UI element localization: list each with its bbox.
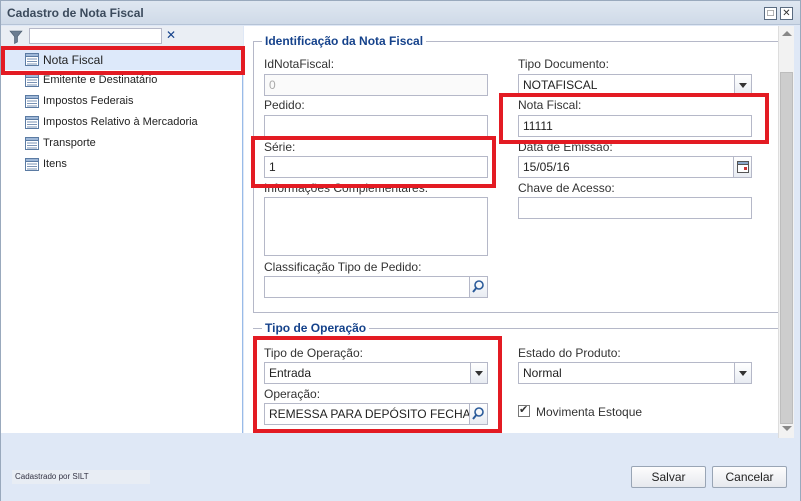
scroll-thumb[interactable] (780, 72, 793, 424)
pedido-field[interactable] (264, 115, 488, 137)
data-emissao-field[interactable]: 15/05/16 (518, 156, 752, 178)
tipo-documento-select[interactable]: NOTAFISCAL (518, 74, 752, 96)
chave-acesso-field[interactable] (518, 197, 752, 219)
calendar-icon (737, 161, 749, 173)
search-trigger[interactable] (469, 277, 487, 297)
tree-item-impostos-mercadoria[interactable]: Impostos Relativo à Mercadoria (1, 112, 243, 133)
classificacao-label: Classificação Tipo de Pedido: (264, 260, 422, 274)
classificacao-field[interactable] (264, 276, 488, 298)
tree-item-label: Impostos Federais (43, 95, 134, 107)
window-title: Cadastro de Nota Fiscal (7, 6, 144, 20)
tree-item-impostos-federais[interactable]: Impostos Federais (1, 91, 243, 112)
tipo-operacao-select[interactable]: Entrada (264, 362, 488, 384)
filter-input[interactable] (29, 28, 162, 44)
tree-item-label: Nota Fiscal (43, 53, 104, 67)
info-complementares-label: Informações Complementares: (264, 181, 429, 195)
data-emissao-label: Data de Emissão: (518, 140, 613, 154)
tipo-operacao-label: Tipo de Operação: (264, 346, 363, 360)
search-icon (472, 280, 484, 293)
filter-bar: ✕ (1, 26, 243, 47)
filter-icon[interactable] (9, 30, 23, 44)
tipo-documento-value: NOTAFISCAL (523, 78, 598, 92)
operacao-label: Operação: (264, 387, 321, 401)
estado-produto-select[interactable]: Normal (518, 362, 752, 384)
chevron-down-icon[interactable] (734, 75, 751, 95)
serie-field[interactable]: 1 (264, 156, 488, 178)
tree-item-nota-fiscal[interactable]: Nota Fiscal (1, 49, 243, 70)
search-icon (472, 407, 484, 420)
nota-fiscal-label: Nota Fiscal: (518, 98, 582, 112)
id-nota-fiscal-field: 0 (264, 74, 488, 96)
operacao-value: REMESSA PARA DEPÓSITO FECHADO (269, 407, 488, 421)
form-icon (25, 158, 39, 171)
scroll-down-icon[interactable] (782, 426, 792, 431)
nota-fiscal-window: Cadastro de Nota Fiscal □ ✕ ✕ Nota Fisca… (0, 0, 801, 501)
nota-fiscal-field[interactable]: 11111 (518, 115, 752, 137)
credit-text: Cadastrado por SILT (12, 470, 150, 484)
window-footer: Cadastrado por SILT Salvar Cancelar (1, 459, 800, 501)
form-icon (25, 116, 39, 129)
chevron-down-icon[interactable] (470, 363, 487, 383)
identificacao-legend: Identificação da Nota Fiscal (262, 34, 427, 48)
tree-item-itens[interactable]: Itens (1, 154, 243, 175)
tree-item-label: Emitente e Destinatário (43, 74, 158, 86)
pedido-label: Pedido: (264, 98, 305, 112)
tipo-documento-label: Tipo Documento: (518, 57, 609, 71)
clear-filter-icon[interactable]: ✕ (163, 28, 179, 44)
tree-item-label: Impostos Relativo à Mercadoria (43, 116, 198, 128)
tree-item-label: Itens (43, 158, 67, 170)
serie-label: Série: (264, 140, 296, 154)
vertical-scrollbar[interactable] (778, 26, 794, 438)
data-emissao-value: 15/05/16 (523, 160, 570, 174)
scroll-up-icon[interactable] (782, 31, 792, 36)
movimenta-estoque-label: Movimenta Estoque (536, 405, 643, 419)
chevron-down-icon[interactable] (734, 363, 751, 383)
movimenta-estoque-checkbox[interactable] (518, 403, 530, 417)
form-icon (25, 74, 39, 87)
form-icon (25, 53, 39, 66)
operacao-legend: Tipo de Operação (262, 321, 370, 335)
info-complementares-textarea[interactable] (264, 197, 488, 256)
estado-produto-label: Estado do Produto: (518, 346, 621, 360)
chave-acesso-label: Chave de Acesso: (518, 181, 615, 195)
tree-item-transporte[interactable]: Transporte (1, 133, 243, 154)
form-icon (25, 95, 39, 108)
cancel-button[interactable]: Cancelar (712, 466, 787, 488)
calendar-trigger[interactable] (733, 157, 751, 177)
maximize-icon[interactable]: □ (764, 7, 777, 20)
tree-item-emitente[interactable]: Emitente e Destinatário (1, 70, 243, 91)
search-trigger[interactable] (469, 404, 487, 424)
section-tree: Nota Fiscal Emitente e Destinatário Impo… (1, 49, 243, 175)
operacao-field[interactable]: REMESSA PARA DEPÓSITO FECHADO (264, 403, 488, 425)
navigation-panel: ✕ Nota Fiscal Emitente e Destinatário Im… (1, 26, 243, 433)
save-button[interactable]: Salvar (631, 466, 706, 488)
form-content: Identificação da Nota Fiscal IdNotaFisca… (244, 26, 778, 433)
close-icon[interactable]: ✕ (780, 7, 793, 20)
tipo-operacao-value: Entrada (269, 366, 312, 380)
tree-item-label: Transporte (43, 137, 96, 149)
estado-produto-value: Normal (523, 366, 562, 380)
window-titlebar[interactable]: Cadastro de Nota Fiscal □ ✕ (1, 1, 800, 25)
id-nota-fiscal-label: IdNotaFiscal: (264, 57, 335, 71)
form-icon (25, 137, 39, 150)
